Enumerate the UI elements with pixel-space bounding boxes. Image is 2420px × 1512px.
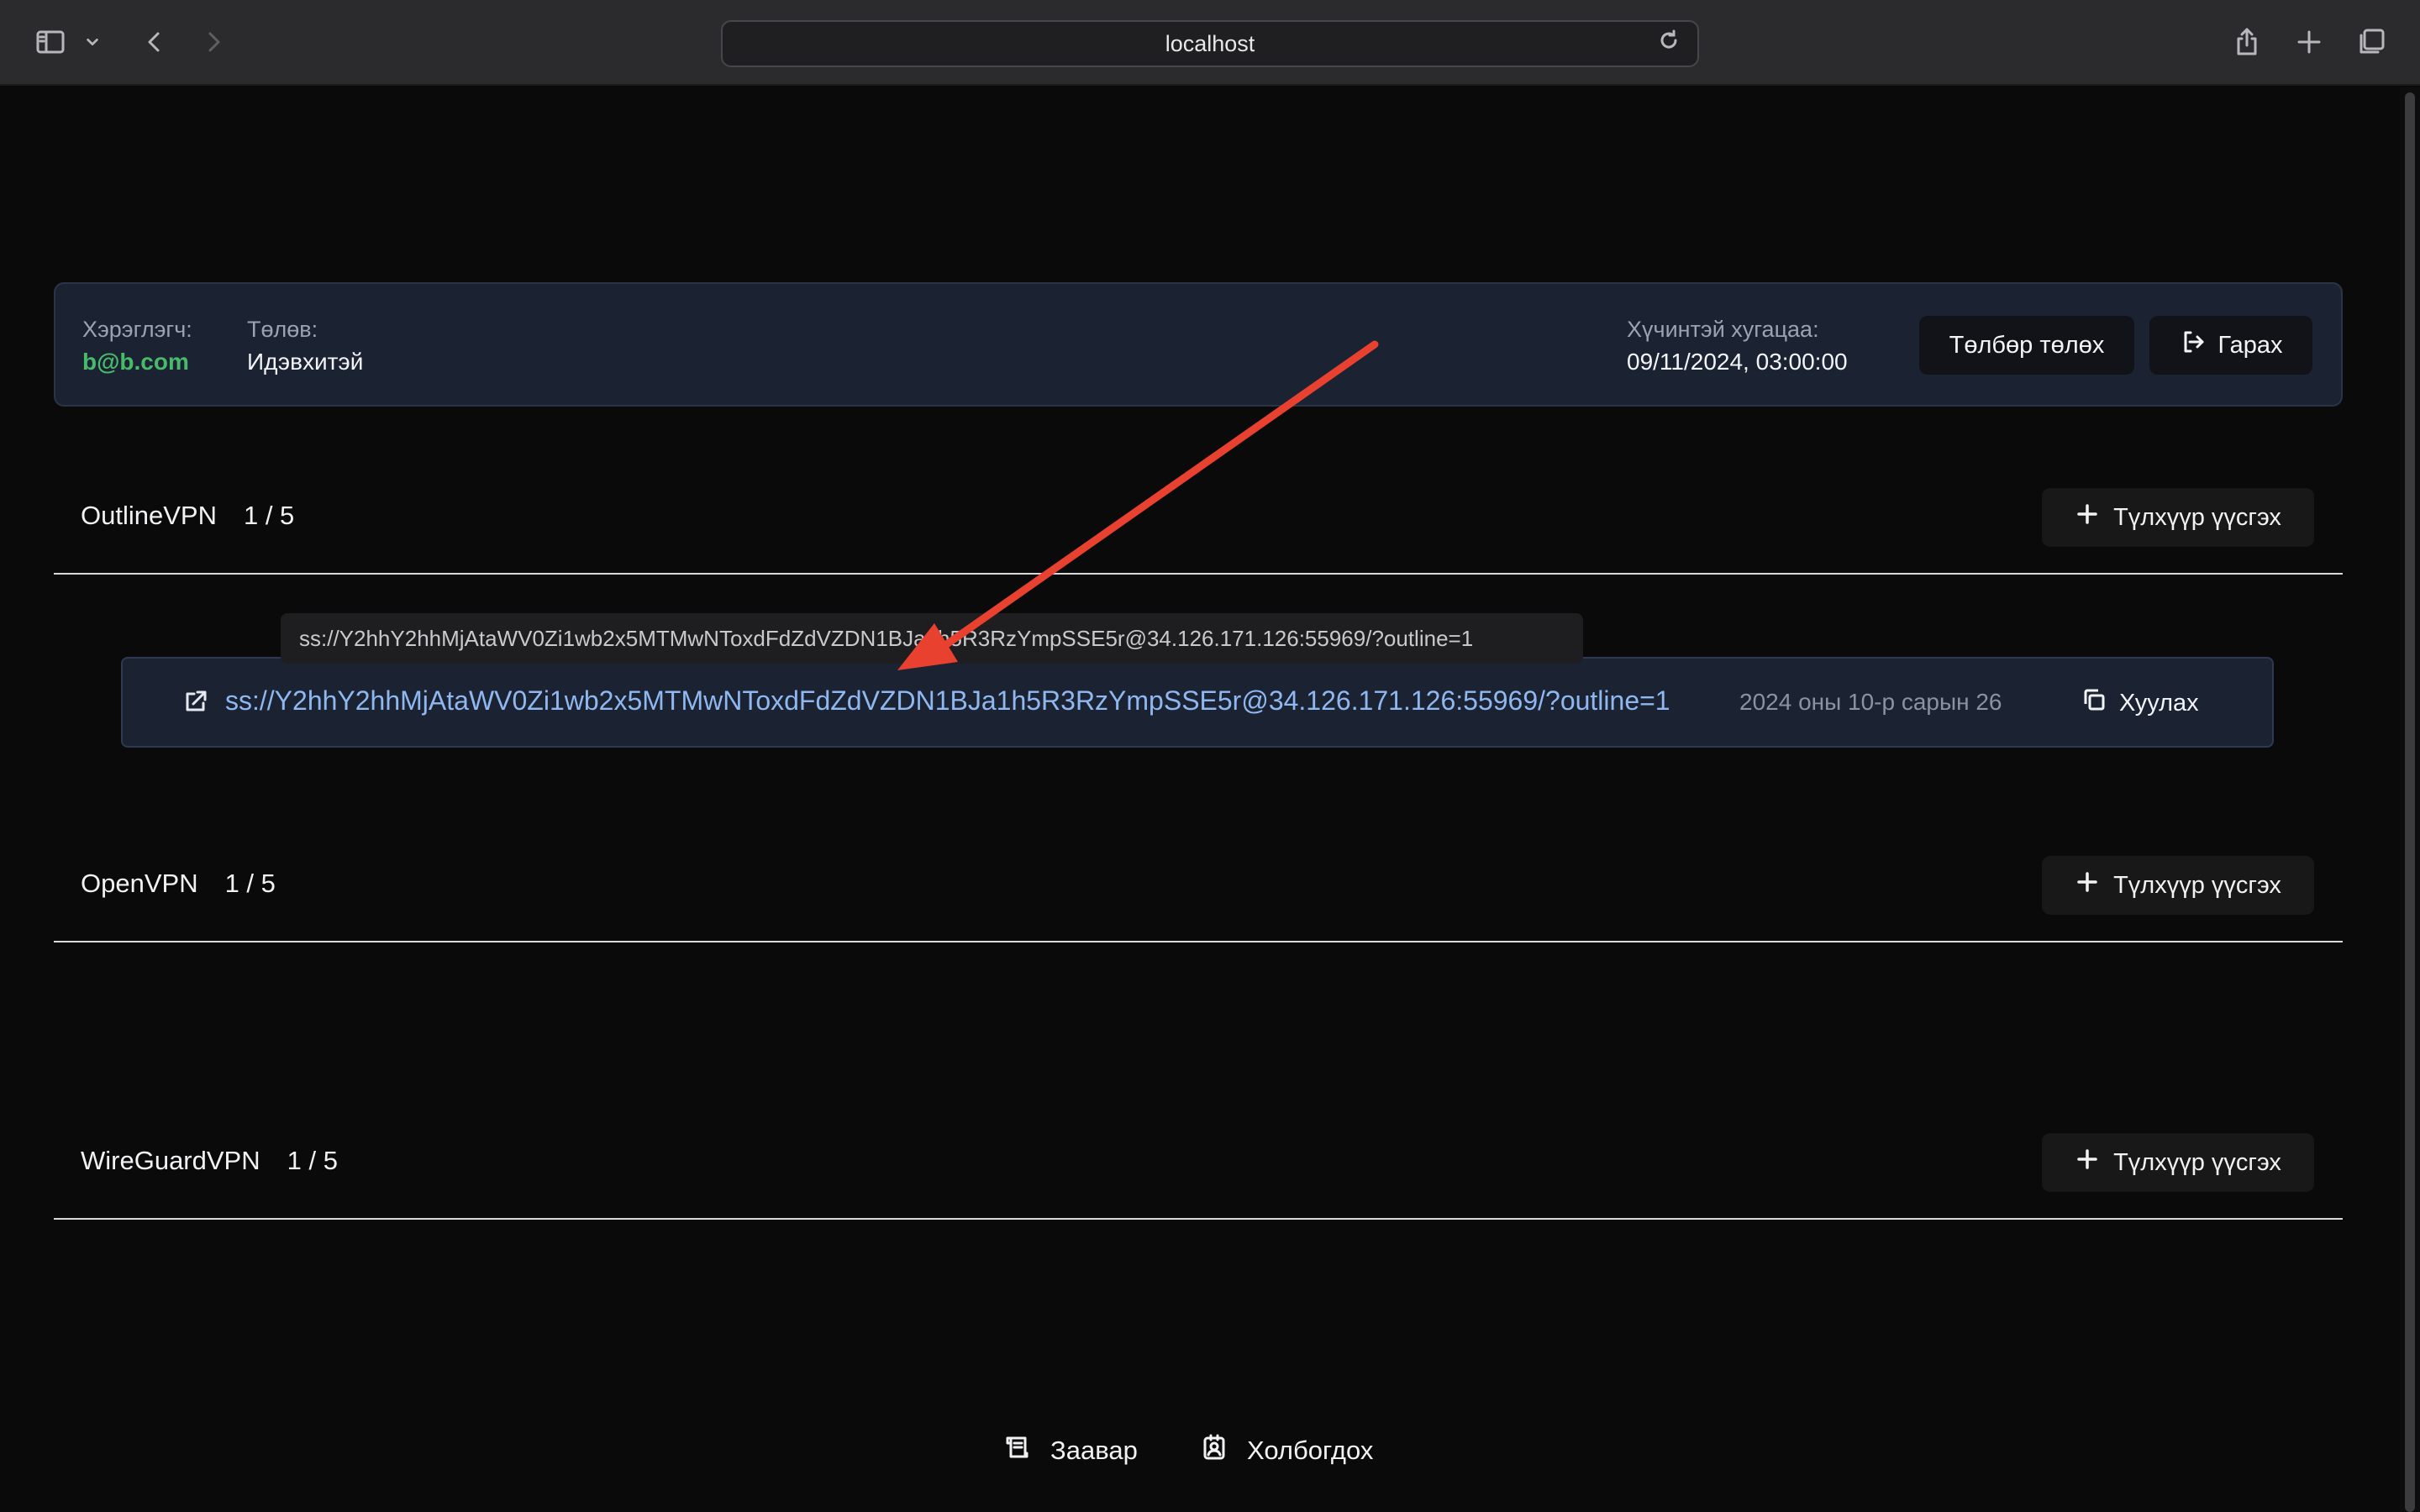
section-openvpn-header: OpenVPN 1 / 5 [81,869,276,899]
chevron-right-icon[interactable] [193,22,234,62]
logout-icon [2180,328,2207,362]
key-row-outlinevpn: ss://Y2hhY2hhMjAtaWV0Zi1wb2x5MTMwNToxdFd… [121,657,2274,748]
page-scrollbar[interactable] [2400,87,2420,1512]
url-tooltip: ss://Y2hhY2hhMjAtaWV0Zi1wb2x5MTMwNToxdFd… [281,613,1583,664]
section-count: 1 / 5 [287,1146,338,1175]
copy-icon [2081,686,2107,720]
logout-button-label: Гарах [2217,331,2283,359]
section-outlinevpn-header: OutlineVPN 1 / 5 [81,501,294,531]
add-key-label: Түлхүүр үүсгэх [2113,1148,2281,1176]
contact-icon [1200,1433,1228,1468]
scroll-icon [1003,1433,1032,1468]
guide-label: Заавар [1050,1436,1138,1465]
external-link-icon[interactable] [182,687,213,719]
add-key-button-openvpn[interactable]: Түлхүүр үүсгэх [2042,856,2314,915]
user-card: Хэрэглэгч: b@b.com Төлөв: Идэвхитэй Хүчи… [54,282,2343,407]
user-email: b@b.com [82,349,189,375]
user-label: Хэрэглэгч: [82,317,192,342]
user-field: Хэрэглэгч: b@b.com [82,314,192,380]
contact-link[interactable]: Холбогдох [1200,1433,1373,1468]
chevron-down-icon[interactable] [77,22,108,62]
plus-icon[interactable] [2289,22,2329,62]
payment-label: Төлөв: [247,317,318,342]
expiry-field: Хүчинтэй хугацаа: 09/11/2024, 03:00:00 [1627,314,1848,380]
section-count: 1 / 5 [224,869,276,898]
add-key-label: Түлхүүр үүсгэх [2113,503,2281,531]
section-title: WireGuardVPN [81,1146,260,1175]
payment-field: Төлөв: Идэвхитэй [247,314,363,380]
guide-link[interactable]: Заавар [1003,1433,1138,1468]
scrollbar-thumb[interactable] [2405,92,2415,1512]
plus-icon [2075,501,2100,533]
add-key-button-outlinevpn[interactable]: Түлхүүр үүсгэх [2042,488,2314,547]
add-key-button-wireguardvpn[interactable]: Түлхүүр үүсгэх [2042,1133,2314,1192]
contact-label: Холбогдох [1247,1436,1374,1465]
copy-button[interactable]: Хуулах [2081,677,2232,729]
section-divider [54,573,2343,575]
copy-button-label: Хуулах [2119,689,2199,717]
expiry-label: Хүчинтэй хугацаа: [1627,317,1819,342]
reload-icon[interactable] [1657,29,1687,59]
section-title: OutlineVPN [81,501,217,530]
section-count: 1 / 5 [243,501,295,530]
add-key-label: Түлхүүр үүсгэх [2113,871,2281,899]
payment-status: Идэвхитэй [247,349,364,375]
plus-icon [2075,1147,2100,1179]
logout-button[interactable]: Гарах [2149,316,2312,375]
annotation-arrow-icon [897,340,1379,670]
tabs-overview-icon[interactable] [2351,22,2391,62]
key-url-link[interactable]: ss://Y2hhY2hhMjAtaWV0Zi1wb2x5MTMwNToxdFd… [225,685,1670,717]
share-icon[interactable] [2227,22,2267,62]
address-text: localhost [1165,30,1255,56]
pay-button[interactable]: Төлбөр төлөх [1919,316,2134,375]
address-bar[interactable]: localhost [721,20,1699,67]
plus-icon [2075,869,2100,901]
expiry-date: 09/11/2024, 03:00:00 [1627,349,1848,375]
key-created-date: 2024 оны 10-р сарын 26 [1739,689,2002,715]
section-divider [54,941,2343,942]
section-wireguardvpn-header: WireGuardVPN 1 / 5 [81,1146,338,1176]
sidebar-icon[interactable] [30,22,71,62]
section-title: OpenVPN [81,869,198,898]
section-divider [54,1218,2343,1220]
browser-toolbar: localhost [0,0,2420,86]
pay-button-label: Төлбөр төлөх [1949,331,2105,359]
chevron-left-icon[interactable] [134,22,175,62]
